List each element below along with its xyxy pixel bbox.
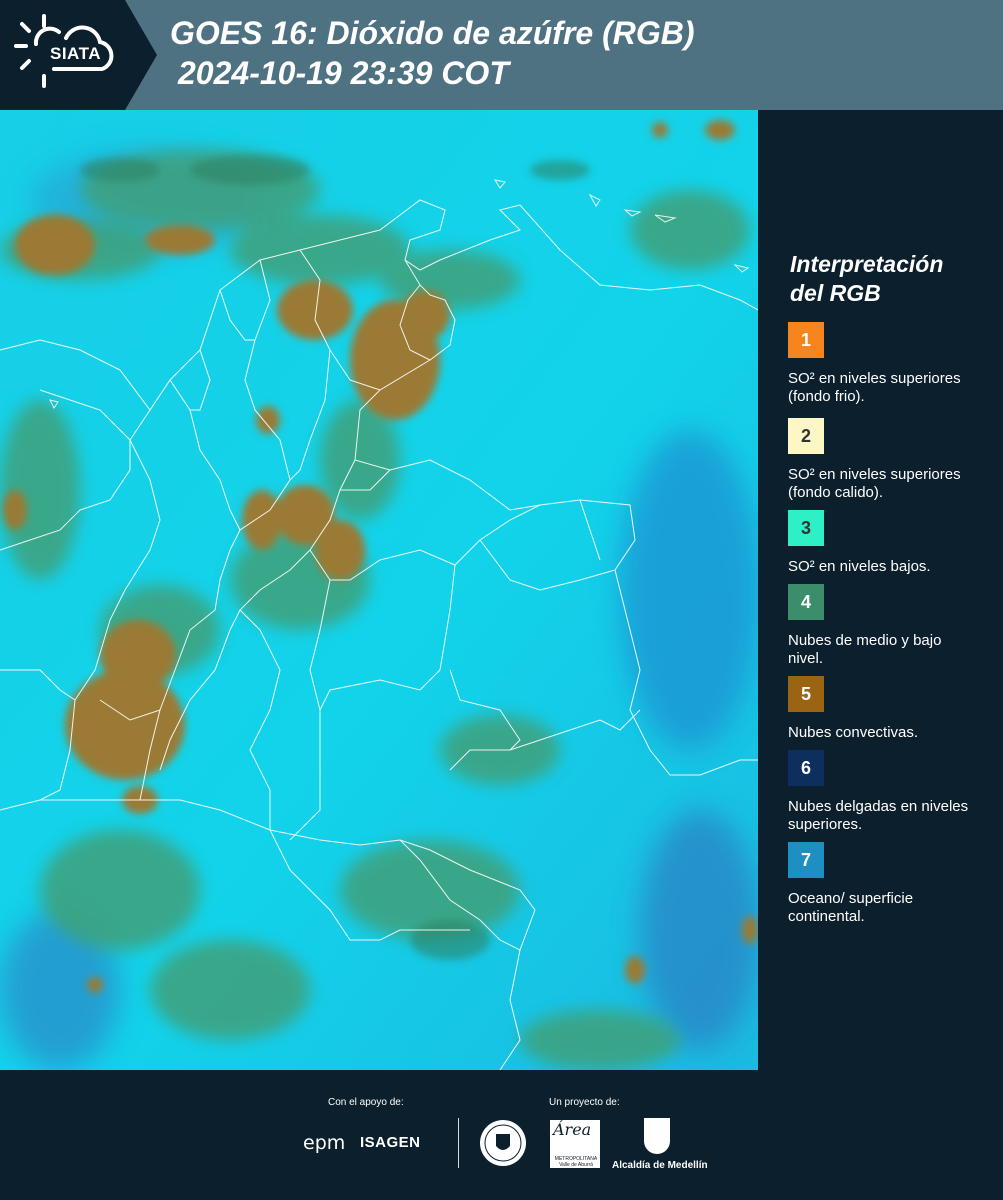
footer-divider — [458, 1118, 459, 1168]
legend-swatch: 3 — [788, 510, 824, 546]
logo-chevron — [125, 0, 157, 110]
legend-item: 6 Nubes delgadas en niveles superiores. — [788, 750, 978, 834]
legend-text: Nubes de medio y bajo nivel. — [788, 632, 942, 667]
area-logo-word: Área — [553, 1120, 592, 1139]
timestamp-title: 2024-10-19 23:39 COT — [178, 55, 509, 91]
legend-swatch: 1 — [788, 322, 824, 358]
legend-text: Nubes delgadas en niveles superiores. — [788, 798, 969, 833]
project-caption: Un proyecto de: — [549, 1097, 620, 1108]
legend-swatch: 5 — [788, 676, 824, 712]
satellite-image — [0, 110, 758, 1070]
legend-text: SO² en niveles superiores (fondo frio). — [788, 370, 961, 405]
legend-item: 3 SO² en niveles bajos. — [788, 510, 978, 576]
satellite-map[interactable] — [0, 110, 758, 1070]
legend-text: SO² en niveles bajos. — [788, 558, 931, 575]
legend-text: Oceano/ superficie continental. — [788, 890, 914, 925]
medellin-seal — [480, 1120, 526, 1166]
legend-title: Interpretación del RGB — [790, 251, 944, 306]
legend-item: 4 Nubes de medio y bajo nivel. — [788, 584, 978, 668]
isagen-logo: ISAGEN — [360, 1134, 421, 1151]
legend-item: 7 Oceano/ superficie continental. — [788, 842, 978, 926]
logo-block: SIATA — [0, 0, 125, 110]
siata-logo-text: SIATA — [50, 44, 101, 63]
legend-swatch: 6 — [788, 750, 824, 786]
epm-logo: epm — [303, 1132, 346, 1154]
legend-item: 1 SO² en niveles superiores (fondo frio)… — [788, 322, 978, 406]
page-title: GOES 16: Dióxido de azúfre (RGB) — [170, 15, 695, 51]
legend-item: 5 Nubes convectivas. — [788, 676, 978, 742]
area-logo-subtitle: METROPOLITANA Valle de Aburrá — [554, 1156, 598, 1168]
legend-item: 2 SO² en niveles superiores (fondo calid… — [788, 418, 978, 502]
alcaldia-medellin-shield — [644, 1118, 670, 1154]
legend-text: SO² en niveles superiores (fondo calido)… — [788, 466, 961, 501]
legend-swatch: 4 — [788, 584, 824, 620]
alcaldia-label: Alcaldía de Medellín — [612, 1160, 708, 1171]
support-caption: Con el apoyo de: — [328, 1097, 404, 1108]
legend-swatch: 2 — [788, 418, 824, 454]
legend-swatch: 7 — [788, 842, 824, 878]
legend-text: Nubes convectivas. — [788, 724, 919, 741]
